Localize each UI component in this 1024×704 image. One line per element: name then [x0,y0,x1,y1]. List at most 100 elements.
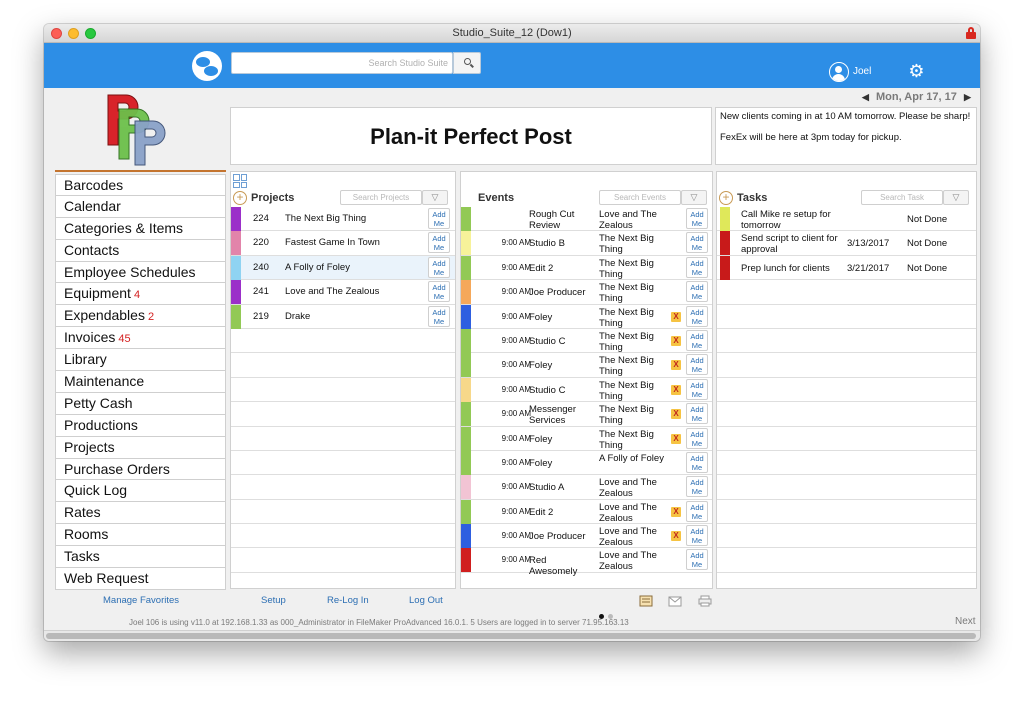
event-row[interactable]: 9:00 AM Red Awesomely Love and The Zealous… [461,548,712,577]
sidebar-item-calendar[interactable]: Calendar [55,195,226,218]
add-me-button[interactable]: Add Me [686,427,708,449]
project-row[interactable]: 224 The Next Big Thing Add Me [231,207,455,232]
sidebar-item-petty-cash[interactable]: Petty Cash [55,392,226,415]
event-row[interactable]: 9:00 AM Edit 2 The Next Big Thing Add Me [461,255,712,281]
add-me-button[interactable]: Add Me [686,305,708,327]
filter-icon[interactable]: ▽ [943,190,969,205]
conflict-x-icon[interactable]: X [671,360,681,371]
relogin-link[interactable]: Re-Log In [327,595,369,606]
event-row[interactable]: 9:00 AM Foley The Next Big Thing X Add Me [461,353,712,378]
sidebar-item-maintenance[interactable]: Maintenance [55,371,226,393]
event-row[interactable]: Rough Cut Review Love and The Zealous Add … [461,207,712,232]
sidebar-item-purchase-orders[interactable]: Purchase Orders [55,458,226,481]
add-me-button[interactable]: Add Me [428,208,450,229]
add-me-button[interactable]: Add Me [686,525,708,547]
empty-row [231,500,455,525]
sidebar-item-projects[interactable]: Projects [55,436,226,459]
add-task-plus-icon[interactable]: + [719,191,733,205]
project-row[interactable]: 220 Fastest Game In Town Add Me [231,231,455,256]
notes-box[interactable]: New clients coming in at 10 AM tomorrow.… [715,107,977,165]
add-me-button[interactable]: Add Me [686,329,708,351]
conflict-x-icon[interactable]: X [671,409,681,420]
sidebar-item-rooms[interactable]: Rooms [55,524,226,547]
sidebar-item-web-request[interactable]: Web Request [55,568,226,590]
studio-suite-logo-icon[interactable] [192,51,222,81]
sidebar-item-invoices[interactable]: Invoices 45 [55,327,226,350]
horizontal-scrollbar[interactable] [44,630,980,641]
add-project-plus-icon[interactable]: + [233,191,247,205]
add-me-button[interactable]: Add Me [686,403,708,425]
sidebar-item-tasks[interactable]: Tasks [55,546,226,569]
add-me-button[interactable]: Add Me [686,281,708,303]
add-me-button[interactable]: Add Me [428,256,450,278]
conflict-x-icon[interactable]: X [671,433,681,444]
grid-view-icon[interactable] [233,174,247,188]
add-me-button[interactable]: Add Me [686,256,708,278]
add-me-button[interactable]: Add Me [686,549,708,571]
conflict-x-icon[interactable]: X [671,335,681,346]
add-me-button[interactable]: Add Me [686,208,708,229]
event-row[interactable]: 9:00 AM Messenger Services The Next Big Th… [461,402,712,427]
sidebar-item-expendables[interactable]: Expendables 2 [55,305,226,328]
task-row[interactable]: Call Mike re setup for tomorrow Not Done [717,207,976,232]
event-row[interactable]: 9:00 AM Joe Producer Love and The Zealous X… [461,524,712,549]
sidebar-item-rates[interactable]: Rates [55,502,226,525]
event-row[interactable]: 9:00 AM Foley The Next Big Thing X Add Me [461,426,712,451]
sidebar-item-equipment[interactable]: Equipment 4 [55,283,226,306]
project-row[interactable]: 240 A Folly of Foley Add Me [231,255,455,281]
conflict-x-icon[interactable]: X [671,531,681,542]
event-row[interactable]: 9:00 AM Foley The Next Big Thing X Add Me [461,304,712,329]
add-me-button[interactable]: Add Me [686,354,708,376]
sidebar-item-quick-log[interactable]: Quick Log [55,480,226,503]
empty-row [231,548,455,573]
studio-suite-search-input[interactable]: Search Studio Suite [231,52,453,74]
sidebar-item-barcodes[interactable]: Barcodes [55,174,226,196]
project-row[interactable]: 241 Love and The Zealous Add Me [231,280,455,305]
report-icon[interactable] [639,594,653,607]
empty-row [231,451,455,476]
event-row[interactable]: 9:00 AM Joe Producer The Next Big Thing Add… [461,280,712,305]
mail-icon[interactable] [668,594,682,607]
next-day-icon[interactable]: ▶ [964,92,971,102]
search-projects-input[interactable]: Search Projects [340,190,422,205]
logout-link[interactable]: Log Out [409,595,443,606]
event-row[interactable]: 9:00 AM Studio C The Next Big Thing X Add Me [461,328,712,354]
add-me-button[interactable]: Add Me [428,281,450,303]
gear-icon[interactable]: ⚙ [908,62,925,80]
manage-favorites-link[interactable]: Manage Favorites [103,595,179,606]
search-events-input[interactable]: Search Events [599,190,681,205]
setup-link[interactable]: Setup [261,595,286,606]
search-task-input[interactable]: Search Task [861,190,943,205]
event-row[interactable]: 9:00 AM Foley A Folly of Foley Add Me [461,450,712,476]
print-icon[interactable] [698,594,712,607]
event-row[interactable]: 9:00 AM Edit 2 Love and The Zealous X Add Me [461,499,712,525]
task-row[interactable]: Send script to client for approval 3/13/2… [717,231,976,256]
conflict-x-icon[interactable]: X [671,506,681,517]
user-avatar-icon[interactable] [829,62,849,82]
event-row[interactable]: 9:00 AM Studio B The Next Big Thing Add Me [461,231,712,256]
event-row[interactable]: 9:00 AM Studio A Love and The Zealous Add M… [461,475,712,500]
add-me-button[interactable]: Add Me [686,232,708,254]
user-name[interactable]: Joel [853,66,871,77]
filter-icon[interactable]: ▽ [422,190,448,205]
add-me-button[interactable]: Add Me [686,476,708,498]
sidebar-item-productions[interactable]: Productions [55,414,226,437]
next-button[interactable]: Next [955,616,976,627]
sidebar-item-categories-items[interactable]: Categories & Items [55,217,226,240]
search-button[interactable] [453,52,481,74]
sidebar-item-library[interactable]: Library [55,349,226,372]
project-row[interactable]: 219 Drake Add Me [231,304,455,329]
conflict-x-icon[interactable]: X [671,311,681,322]
add-me-button[interactable]: Add Me [428,305,450,327]
add-me-button[interactable]: Add Me [428,232,450,254]
add-me-button[interactable]: Add Me [686,451,708,473]
filter-icon[interactable]: ▽ [681,190,707,205]
add-me-button[interactable]: Add Me [686,500,708,522]
prev-day-icon[interactable]: ◀ [862,92,869,102]
conflict-x-icon[interactable]: X [671,384,681,395]
task-row[interactable]: Prep lunch for clients 3/21/2017 Not Done [717,255,976,281]
sidebar-item-employee-schedules[interactable]: Employee Schedules [55,261,226,284]
sidebar-item-contacts[interactable]: Contacts [55,239,226,262]
event-row[interactable]: 9:00 AM Studio C The Next Big Thing X Add Me [461,377,712,403]
add-me-button[interactable]: Add Me [686,378,708,400]
